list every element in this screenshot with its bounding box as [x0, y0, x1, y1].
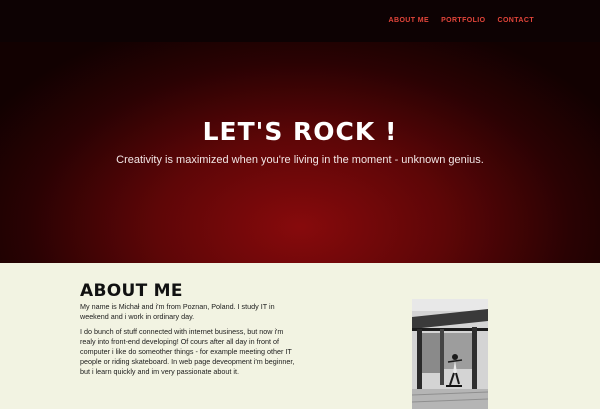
about-section: ABOUT ME My name is Michał and i'm from … — [0, 263, 600, 409]
profile-photo — [412, 299, 488, 409]
nav-link-contact[interactable]: CONTACT — [498, 17, 535, 24]
hero-section: LET'S ROCK ! Creativity is maximized whe… — [0, 42, 600, 263]
about-paragraph: My name is Michał and i'm from Poznan, P… — [80, 302, 275, 321]
nav-link-about-me[interactable]: ABOUT ME — [389, 17, 430, 24]
nav-links: ABOUT ME PORTFOLIO CONTACT — [389, 17, 534, 24]
skateboarder-photo-image — [412, 299, 488, 409]
about-text: My name is Michał and i'm from Poznan, P… — [80, 302, 295, 382]
about-paragraph: I do bunch of stuff connected with inter… — [80, 327, 295, 376]
hero-title: LET'S ROCK ! — [202, 117, 398, 146]
about-heading: ABOUT ME — [80, 281, 183, 301]
navbar: ABOUT ME PORTFOLIO CONTACT — [0, 0, 600, 42]
nav-link-portfolio[interactable]: PORTFOLIO — [441, 17, 485, 24]
hero-subtitle: Creativity is maximized when you're livi… — [116, 154, 484, 166]
